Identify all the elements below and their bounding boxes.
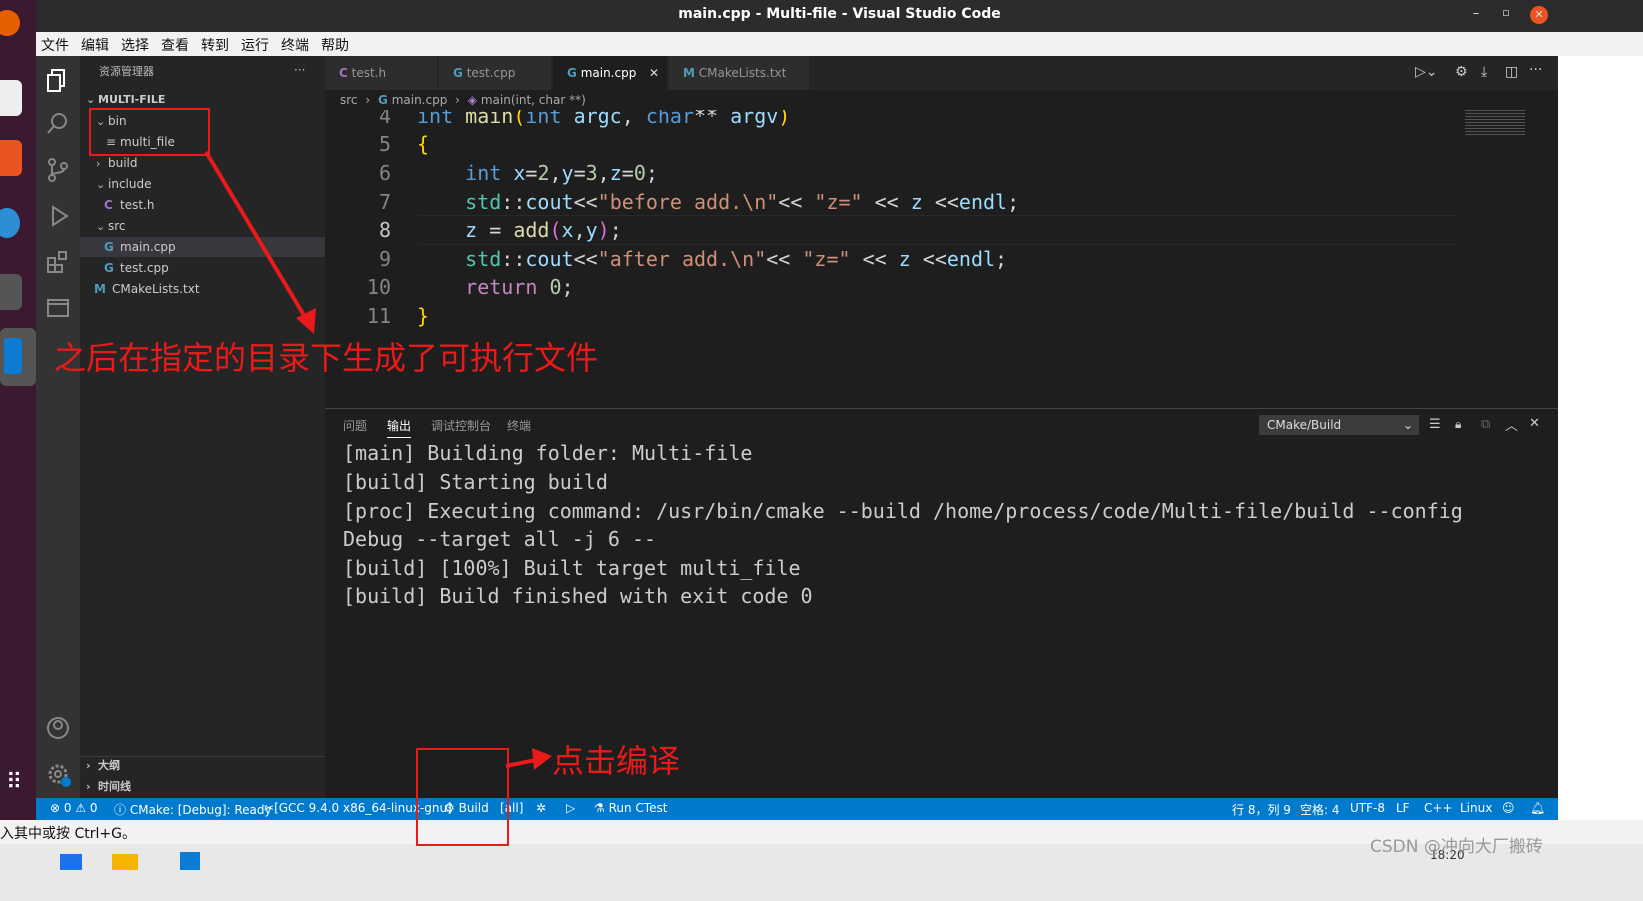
annotation-arrows — [204, 150, 552, 770]
annotation-dir-note: 之后在指定的目录下生成了可执行文件 — [54, 339, 599, 377]
watermark: CSDN @冲向大厂搬砖 — [1370, 837, 1543, 857]
annotation-build-note: 点击编译 — [552, 742, 681, 780]
